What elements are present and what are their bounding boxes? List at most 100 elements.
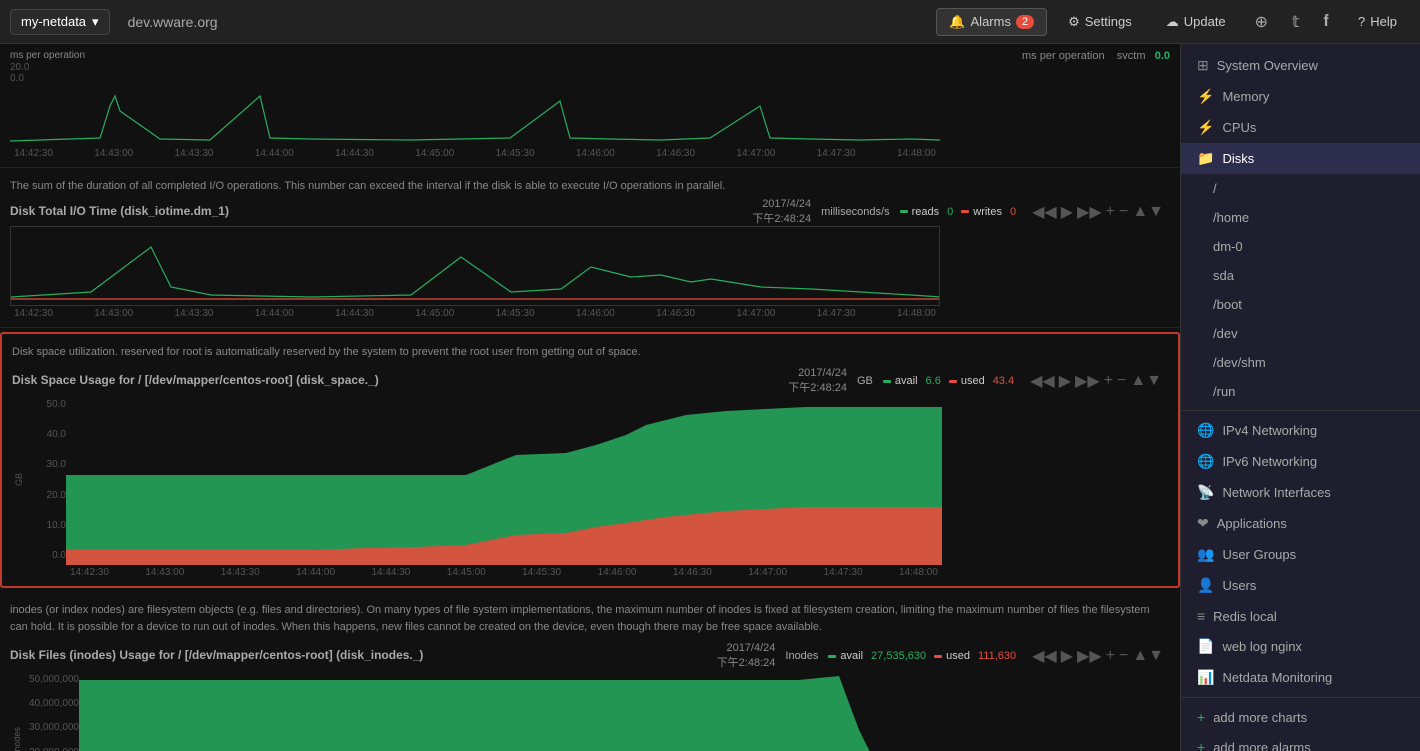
writes-legend: writes 0 <box>961 206 1016 218</box>
sidebar-item-applications[interactable]: ❤ Applications <box>1181 508 1420 539</box>
main-content: ms per operation 20.0 0.0 ms per operati… <box>0 44 1180 751</box>
brand-dropdown[interactable]: my-netdata ▾ <box>10 9 110 35</box>
in-prev-btn[interactable]: ◀◀ <box>1032 646 1057 666</box>
zoom-out-btn[interactable]: − <box>1119 203 1128 221</box>
sidebar-item-nginx[interactable]: 📄 web log nginx <box>1181 631 1420 662</box>
brand-label: my-netdata <box>21 14 86 29</box>
avail-legend: avail 6.6 <box>883 375 941 387</box>
avail-val: 6.6 <box>926 375 941 387</box>
iotime-series-name: svctm <box>1117 50 1146 62</box>
sidebar-item-ipv4[interactable]: 🌐 IPv4 Networking <box>1181 415 1420 446</box>
sidebar-item-devshm[interactable]: /dev/shm <box>1181 348 1420 377</box>
diskspace-section: Disk space utilization. reserved for roo… <box>0 332 1180 589</box>
inodes-chart <box>79 670 940 751</box>
ds-play-btn[interactable]: ▶ <box>1059 371 1071 391</box>
sidebar-item-add-alarms[interactable]: + add more alarms <box>1181 732 1420 751</box>
sidebar-item-system-overview[interactable]: ⊞ System Overview <box>1181 50 1420 81</box>
in-zoom-out-btn[interactable]: − <box>1119 647 1128 665</box>
sidebar-item-disks[interactable]: 📁 Disks <box>1181 143 1420 174</box>
sidebar-label-cpus: CPUs <box>1222 120 1256 135</box>
writes-val: 0 <box>1010 206 1016 218</box>
in-expand-btn[interactable]: ▲▼ <box>1132 647 1164 665</box>
inodes-avail-label: avail <box>840 650 863 662</box>
reads-val: 0 <box>947 206 953 218</box>
play-btn[interactable]: ▶ <box>1061 202 1073 222</box>
ds-prev-btn[interactable]: ◀◀ <box>1030 371 1055 391</box>
settings-icon: ⚙ <box>1068 14 1080 30</box>
sidebar-item-cpus[interactable]: ⚡ CPUs <box>1181 112 1420 143</box>
sidebar-item-boot[interactable]: /boot <box>1181 290 1420 319</box>
sidebar-item-ipv6[interactable]: 🌐 IPv6 Networking <box>1181 446 1420 477</box>
alarms-label: Alarms <box>971 14 1011 29</box>
sidebar-label-netdata: Netdata Monitoring <box>1222 670 1332 685</box>
help-icon: ? <box>1358 14 1365 29</box>
inodes-yaxis-label: inodes <box>10 727 24 751</box>
in-next-btn[interactable]: ▶▶ <box>1077 646 1102 666</box>
sidebar-item-dm0[interactable]: dm-0 <box>1181 232 1420 261</box>
sidebar-label-slash: / <box>1213 181 1217 196</box>
update-button[interactable]: ☁ Update <box>1153 8 1239 36</box>
sidebar: ⊞ System Overview ⚡ Memory ⚡ CPUs 📁 Disk… <box>1180 44 1420 751</box>
sidebar-item-redis[interactable]: ≡ Redis local <box>1181 601 1420 631</box>
add-charts-plus-icon: + <box>1197 709 1205 725</box>
ds-next-btn[interactable]: ▶▶ <box>1075 371 1100 391</box>
facebook-icon[interactable]: 𝐟 <box>1316 8 1338 36</box>
diskspace-xaxis: 14:42:3014:43:0014:43:3014:44:0014:44:30… <box>66 565 942 580</box>
sidebar-item-run[interactable]: /run <box>1181 377 1420 406</box>
sidebar-item-add-charts[interactable]: + add more charts <box>1181 702 1420 732</box>
prev-btn[interactable]: ◀◀ <box>1032 202 1057 222</box>
zoom-in-btn[interactable]: + <box>1106 203 1115 221</box>
sidebar-item-home[interactable]: /home <box>1181 203 1420 232</box>
inodes-title: Disk Files (inodes) Usage for / [/dev/ma… <box>10 648 423 662</box>
sidebar-label-run: /run <box>1213 384 1235 399</box>
brand-chevron: ▾ <box>92 14 99 30</box>
settings-label: Settings <box>1085 14 1132 29</box>
iotime-unit-label: ms per operation <box>1022 50 1105 62</box>
diskspace-desc: Disk space utilization. reserved for roo… <box>12 338 1168 364</box>
users-icon: 👤 <box>1197 577 1214 594</box>
ds-zoom-out-btn[interactable]: − <box>1117 372 1126 390</box>
settings-button[interactable]: ⚙ Settings <box>1055 8 1145 36</box>
alarms-button[interactable]: 🔔 Alarms 2 <box>936 8 1047 36</box>
nginx-icon: 📄 <box>1197 638 1214 655</box>
diskspace-title: Disk Space Usage for / [/dev/mapper/cent… <box>12 373 379 387</box>
diskspace-unit: GB <box>857 375 873 387</box>
github-icon[interactable]: ⊕ <box>1247 7 1276 37</box>
reads-dot <box>900 210 908 213</box>
sidebar-item-memory[interactable]: ⚡ Memory <box>1181 81 1420 112</box>
sidebar-item-netdata[interactable]: 📊 Netdata Monitoring <box>1181 662 1420 693</box>
iotime-xaxis: 14:42:30 14:43:00 14:43:30 14:44:00 14:4… <box>10 146 940 161</box>
iotime-ms-label: ms per operation <box>10 50 85 61</box>
sidebar-label-memory: Memory <box>1222 89 1269 104</box>
bell-icon: 🔔 <box>949 14 965 30</box>
in-play-btn[interactable]: ▶ <box>1061 646 1073 666</box>
twitter-icon[interactable]: 𝕥 <box>1284 7 1307 37</box>
ds-zoom-in-btn[interactable]: + <box>1104 372 1113 390</box>
next-btn[interactable]: ▶▶ <box>1077 202 1102 222</box>
sidebar-label-add-charts: add more charts <box>1213 710 1307 725</box>
sidebar-item-users[interactable]: 👤 Users <box>1181 570 1420 601</box>
sidebar-item-slash[interactable]: / <box>1181 174 1420 203</box>
layout: ms per operation 20.0 0.0 ms per operati… <box>0 44 1420 751</box>
expand-btn[interactable]: ▲▼ <box>1132 203 1164 221</box>
inodes-controls: ◀◀ ▶ ▶▶ + − ▲▼ <box>1026 643 1170 669</box>
sidebar-item-user-groups[interactable]: 👥 User Groups <box>1181 539 1420 570</box>
cloud-icon: ☁ <box>1166 14 1179 30</box>
sidebar-label-ipv6: IPv6 Networking <box>1222 454 1317 469</box>
in-zoom-in-btn[interactable]: + <box>1106 647 1115 665</box>
sidebar-label-boot: /boot <box>1213 297 1242 312</box>
inodes-desc: inodes (or index nodes) are filesystem o… <box>10 596 1170 638</box>
sidebar-item-network-interfaces[interactable]: 📡 Network Interfaces <box>1181 477 1420 508</box>
sidebar-item-dev[interactable]: /dev <box>1181 319 1420 348</box>
inodes-avail-dot <box>828 655 836 658</box>
ds-expand-btn[interactable]: ▲▼ <box>1130 372 1162 390</box>
sidebar-item-sda[interactable]: sda <box>1181 261 1420 290</box>
system-overview-icon: ⊞ <box>1197 57 1209 74</box>
sidebar-label-applications: Applications <box>1217 516 1287 531</box>
inodes-used-dot <box>934 655 942 658</box>
sidebar-label-disks: Disks <box>1222 151 1254 166</box>
inodes-used-label: used <box>946 650 970 662</box>
diskiotime-chart <box>10 226 940 306</box>
help-button[interactable]: ? Help <box>1345 8 1410 35</box>
disks-icon: 📁 <box>1197 150 1214 167</box>
